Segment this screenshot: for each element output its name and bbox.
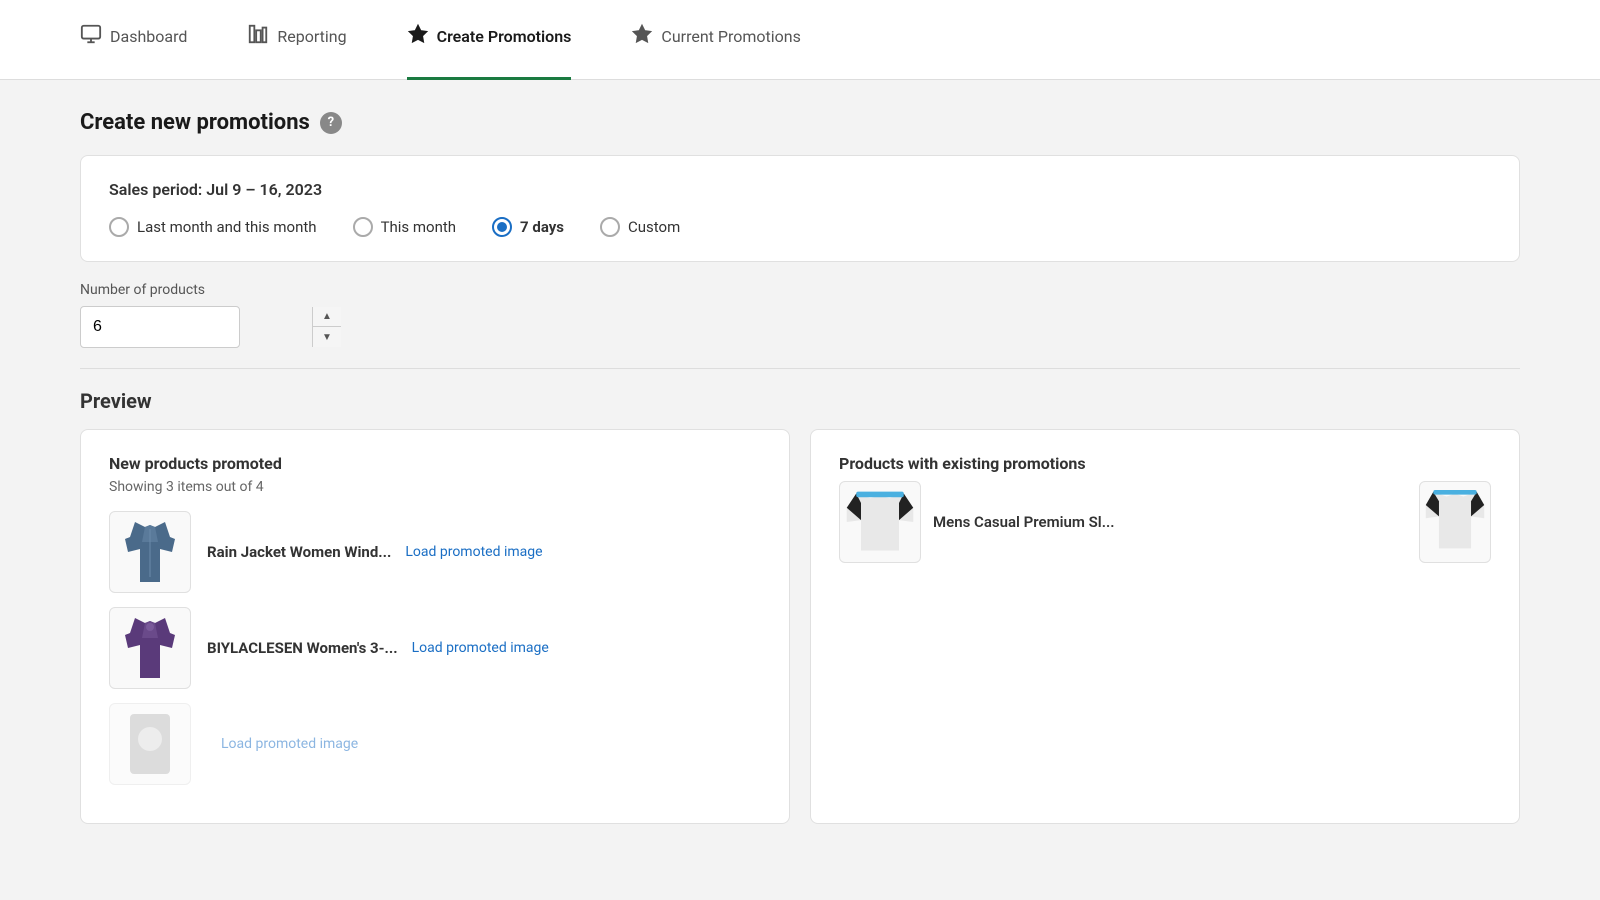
sales-period-card: Sales period: Jul 9 – 16, 2023 Last mont… [80,155,1520,262]
radio-7-days-inner [497,222,507,232]
radio-7-days[interactable]: 7 days [492,217,564,237]
stepper-down-button[interactable]: ▼ [313,327,341,347]
monitor-icon [80,23,102,50]
sales-period-label: Sales period: Jul 9 – 16, 2023 [109,180,1491,199]
radio-group: Last month and this month This month 7 d… [109,217,1491,237]
product-name-1: Rain Jacket Women Wind... [207,543,391,561]
section-divider [80,368,1520,369]
nav-create-promotions-label: Create Promotions [437,27,572,46]
radio-this-month[interactable]: This month [353,217,456,237]
radio-custom[interactable]: Custom [600,217,680,237]
nav-dashboard-label: Dashboard [110,27,187,46]
load-link-3[interactable]: Load promoted image [221,736,358,752]
promo-name-1: Mens Casual Premium Sl... [933,513,1407,531]
preview-section: Preview New products promoted Showing 3 … [80,389,1520,824]
page-title-row: Create new promotions ? [80,110,1520,135]
nav-current-promotions-label: Current Promotions [661,27,800,46]
preview-grid: New products promoted Showing 3 items ou… [80,429,1520,824]
star-filled-icon [407,23,429,50]
products-field-label: Number of products [80,282,1520,298]
existing-promo-row-1: Mens Casual Premium Sl... [839,481,1491,563]
new-promoted-card: New products promoted Showing 3 items ou… [80,429,790,824]
stepper-up-button[interactable]: ▲ [313,307,341,327]
product-item-1: Rain Jacket Women Wind... Load promoted … [109,511,761,593]
radio-last-month-outer [109,217,129,237]
help-icon[interactable]: ? [320,112,342,134]
new-promoted-subtitle: Showing 3 items out of 4 [109,479,761,495]
radio-custom-outer [600,217,620,237]
product-info-3: Load promoted image [207,736,358,752]
radio-last-month-label: Last month and this month [137,218,317,236]
stepper-buttons: ▲ ▼ [312,307,341,347]
product-item-2: BIYLACLESEN Women's 3-... Load promoted … [109,607,761,689]
nav-reporting-label: Reporting [277,27,346,46]
preview-title: Preview [80,389,1520,413]
main-content: Create new promotions ? Sales period: Ju… [0,80,1600,854]
radio-7-days-label: 7 days [520,218,564,236]
new-promoted-title: New products promoted [109,454,761,473]
load-link-1[interactable]: Load promoted image [405,544,542,560]
product-info-2: BIYLACLESEN Women's 3-... Load promoted … [207,639,549,657]
promo-thumb2-1 [1419,481,1491,563]
product-name-2: BIYLACLESEN Women's 3-... [207,639,398,657]
existing-promotions-title: Products with existing promotions [839,454,1491,473]
top-nav: Dashboard Reporting Create Promotions Cu… [0,0,1600,80]
existing-promotions-card: Products with existing promotions Mens C… [810,429,1520,824]
radio-this-month-label: This month [381,218,456,236]
page-title: Create new promotions [80,110,310,135]
product-thumb-3 [109,703,191,785]
product-info-1: Rain Jacket Women Wind... Load promoted … [207,543,543,561]
nav-dashboard[interactable]: Dashboard [80,0,187,80]
nav-reporting[interactable]: Reporting [247,0,346,80]
promo-thumb-1 [839,481,921,563]
product-item-3: Load promoted image [109,703,761,785]
radio-last-month[interactable]: Last month and this month [109,217,317,237]
chart-icon [247,23,269,50]
star-outline-icon [631,23,653,50]
product-thumb-1 [109,511,191,593]
nav-create-promotions[interactable]: Create Promotions [407,0,572,80]
number-input-wrap: ▲ ▼ [80,306,240,348]
radio-7-days-outer [492,217,512,237]
nav-current-promotions[interactable]: Current Promotions [631,0,800,80]
radio-this-month-outer [353,217,373,237]
products-field-section: Number of products ▲ ▼ [80,282,1520,348]
product-thumb-2 [109,607,191,689]
radio-custom-label: Custom [628,218,680,236]
number-input[interactable] [81,307,312,347]
load-link-2[interactable]: Load promoted image [412,640,549,656]
